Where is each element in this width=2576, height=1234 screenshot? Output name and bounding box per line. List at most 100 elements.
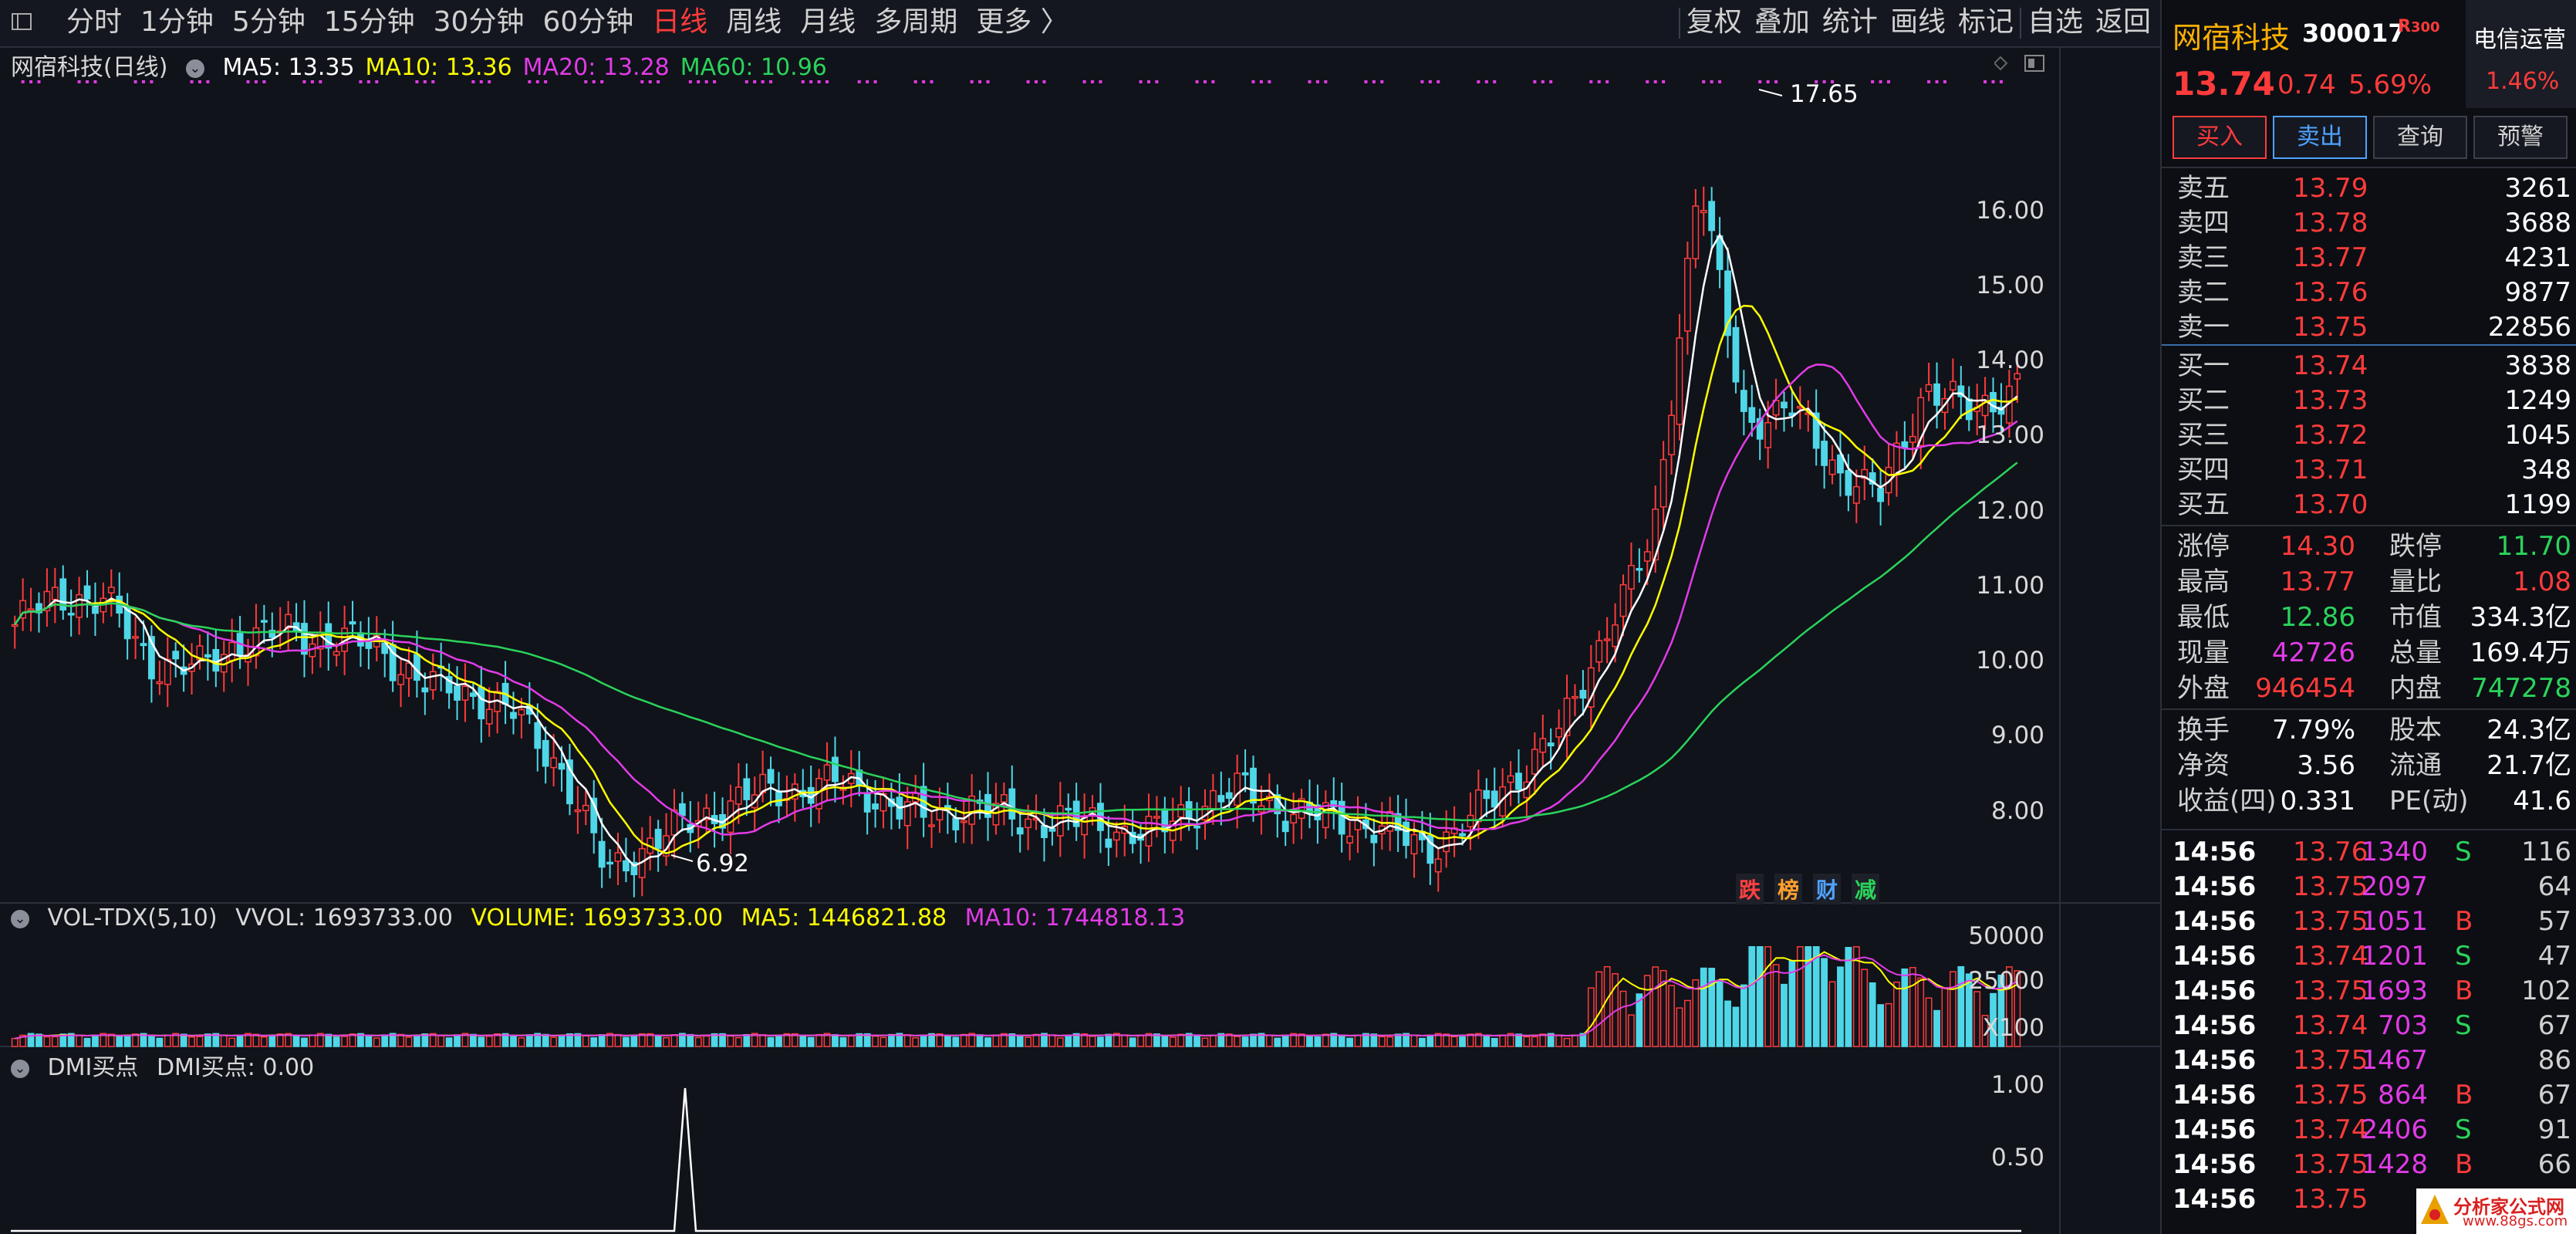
volume-bar — [807, 1036, 815, 1047]
divider — [2162, 525, 2576, 526]
tool-button-3[interactable]: 画线 — [1884, 5, 1952, 40]
orderbook-volume: 348 — [2521, 455, 2571, 485]
volume-bar — [920, 1035, 927, 1047]
volume-bar — [525, 1034, 533, 1047]
volume-bar — [51, 1036, 59, 1047]
window-icon[interactable] — [11, 11, 32, 32]
volume-bar — [1426, 1034, 1434, 1047]
orderbook-row[interactable]: 买五 13.70 1199 — [2162, 488, 2576, 522]
candle-body — [1933, 383, 1940, 406]
candle-body — [478, 686, 485, 720]
period-tab-7[interactable]: 周线 — [717, 5, 791, 40]
candle-body — [558, 762, 566, 770]
kline-chart-area[interactable]: 网宿科技(日线) ⌄ MA5: 13.35 MA10: 13.36 MA20: 13… — [0, 46, 2160, 1234]
stat-label: 外盘 — [2177, 673, 2230, 704]
fundamental-value: 24.3亿 — [2487, 715, 2571, 745]
orderbook-row[interactable]: 卖四 13.78 3688 — [2162, 206, 2576, 240]
fundamental-label: 股本 — [2389, 715, 2442, 745]
candle-body — [1153, 816, 1160, 819]
candle-body — [1346, 835, 1353, 844]
tick-price: 13.74 — [2293, 941, 2368, 972]
volume-bar — [944, 1035, 951, 1047]
stat-value: 14.30 — [2280, 531, 2355, 562]
tool-button-6[interactable]: 返回 — [2089, 5, 2157, 40]
orderbook-row[interactable]: 卖三 13.77 4231 — [2162, 241, 2576, 275]
tick-time: 14:56 — [2173, 1184, 2257, 1215]
period-tab-4[interactable]: 30分钟 — [424, 5, 534, 40]
orderbook-row[interactable]: 卖五 13.79 3261 — [2162, 171, 2576, 205]
dmi-options-icon[interactable]: ⌄ — [11, 1059, 29, 1078]
candle-body — [333, 651, 340, 656]
tool-button-0[interactable]: 复权 — [1680, 5, 1748, 40]
fundamental-value: 41.6 — [2513, 786, 2571, 816]
volume-bar — [1796, 946, 1804, 1047]
candle-body — [1981, 394, 1989, 417]
period-tab-10[interactable]: 更多 〉 — [967, 5, 1077, 40]
tick-count: 67 — [2537, 1080, 2571, 1111]
candle-body — [1459, 833, 1466, 837]
volume-bar — [1491, 1037, 1498, 1047]
orderbook-row[interactable]: 买一 13.74 3838 — [2162, 349, 2576, 383]
watermark-url: www.88gs.com — [2463, 1213, 2568, 1229]
signal-dot — [1035, 80, 1038, 83]
stat-value: 11.70 — [2496, 531, 2571, 562]
period-tab-1[interactable]: 1分钟 — [131, 5, 223, 40]
peer-block[interactable]: 电信运营 1.46% — [2466, 0, 2576, 108]
period-tab-8[interactable]: 月线 — [791, 5, 865, 40]
volume-options-icon[interactable]: ⌄ — [11, 909, 29, 928]
period-tab-2[interactable]: 5分钟 — [223, 5, 315, 40]
orderbook-label: 卖一 — [2177, 312, 2230, 343]
orderbook-row[interactable]: 买四 13.71 348 — [2162, 453, 2576, 487]
volume-bar — [333, 1036, 340, 1047]
orderbook-row[interactable]: 买三 13.72 1045 — [2162, 418, 2576, 452]
chart-options-icon[interactable]: ⌄ — [185, 59, 204, 78]
period-tab-9[interactable]: 多周期 — [865, 5, 967, 40]
dmi-title: DMI买点 — [47, 1054, 139, 1081]
volume-title: VOL-TDX(5,10) — [47, 904, 218, 931]
candle-body — [832, 756, 839, 783]
volume-bar — [1877, 1004, 1884, 1047]
tool-button-5[interactable]: 自选 — [2021, 5, 2089, 40]
orderbook-row[interactable]: 卖二 13.76 9877 — [2162, 276, 2576, 309]
event-badge-0[interactable]: 跌 — [1736, 874, 1764, 904]
volume-unit: X100 — [1982, 1014, 2044, 1042]
candle-body — [1676, 337, 1683, 425]
event-badge-1[interactable]: 榜 — [1774, 874, 1803, 904]
period-tab-0[interactable]: 分时 — [57, 5, 131, 40]
chart-corner-icons[interactable] — [1994, 52, 2048, 74]
period-tab-5[interactable]: 60分钟 — [533, 5, 643, 40]
volume-bar — [381, 1034, 389, 1047]
volume-bar — [630, 1035, 638, 1047]
ma10-line — [14, 304, 2018, 855]
candle-body — [1877, 487, 1884, 502]
quote-action-button-0[interactable]: 买入 — [2173, 116, 2267, 159]
signal-dot — [1935, 80, 1939, 83]
tool-button-2[interactable]: 统计 — [1816, 5, 1884, 40]
event-badge-2[interactable]: 财 — [1813, 874, 1842, 904]
candle-body — [863, 793, 871, 813]
signal-dot — [913, 80, 917, 83]
candle-body — [654, 828, 662, 850]
volume-bar — [799, 1035, 807, 1047]
volume-bar — [220, 1035, 228, 1047]
orderbook-row[interactable]: 买二 13.73 1249 — [2162, 384, 2576, 418]
candle-body — [421, 687, 429, 693]
tick-price: 13.74 — [2293, 1010, 2368, 1041]
orderbook-row[interactable]: 卖一 13.75 22856 — [2162, 310, 2576, 344]
quote-action-button-1[interactable]: 卖出 — [2273, 116, 2367, 159]
quote-action-button-2[interactable]: 查询 — [2373, 116, 2467, 159]
tool-button-4[interactable]: 标记 — [1952, 5, 2020, 40]
volume-bar — [454, 1034, 461, 1047]
stock-code: 300017 — [2302, 19, 2406, 48]
candle-body — [872, 803, 879, 810]
candle-body — [83, 585, 91, 600]
stock-tag-letter: R — [2398, 17, 2411, 36]
volume-bar — [1861, 969, 1869, 1047]
event-badge-3[interactable]: 减 — [1852, 874, 1880, 904]
volume-bar — [1354, 1034, 1362, 1047]
tool-button-1[interactable]: 叠加 — [1748, 5, 1816, 40]
period-tab-6[interactable]: 日线 — [643, 5, 717, 40]
candle-body — [1386, 810, 1394, 832]
quote-action-button-3[interactable]: 预警 — [2473, 116, 2568, 159]
period-tab-3[interactable]: 15分钟 — [315, 5, 424, 40]
